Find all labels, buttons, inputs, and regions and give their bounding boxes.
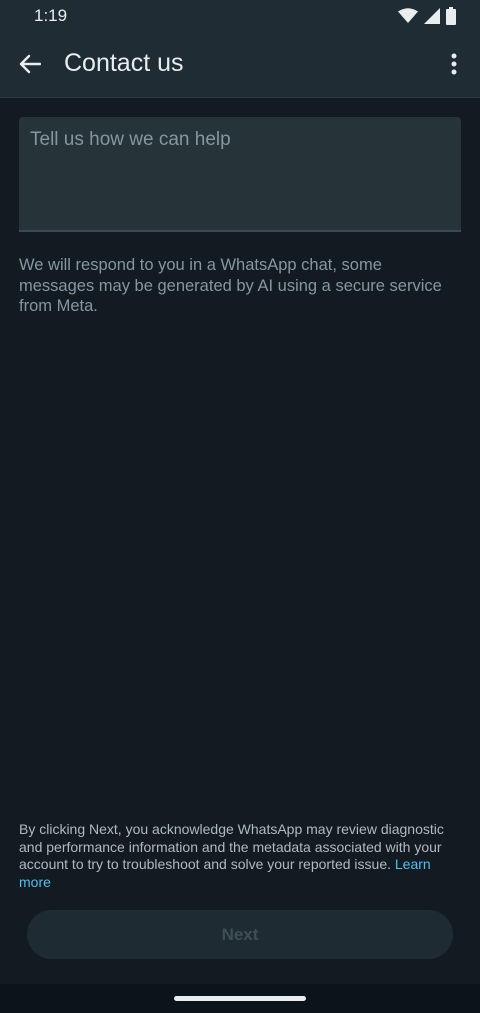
- signal-icon: [424, 8, 440, 24]
- disclaimer-body: By clicking Next, you acknowledge WhatsA…: [19, 821, 444, 872]
- status-time: 1:19: [34, 6, 68, 25]
- help-input[interactable]: [19, 117, 461, 232]
- back-arrow-icon: [19, 54, 41, 74]
- home-indicator[interactable]: [174, 996, 306, 1001]
- app-bar: Contact us: [0, 32, 480, 98]
- status-icons: [398, 6, 456, 26]
- battery-icon: [446, 7, 456, 25]
- navigation-bar: [0, 984, 480, 1013]
- status-bar: 1:19: [0, 0, 480, 32]
- info-text: We will respond to you in a WhatsApp cha…: [19, 256, 442, 315]
- next-button[interactable]: Next: [27, 910, 453, 959]
- page-title: Contact us: [64, 49, 184, 77]
- disclaimer-text: By clicking Next, you acknowledge WhatsA…: [19, 821, 461, 891]
- back-button[interactable]: [12, 46, 48, 82]
- more-vert-icon: [451, 53, 457, 75]
- more-options-button[interactable]: [442, 46, 466, 82]
- wifi-icon: [398, 8, 418, 23]
